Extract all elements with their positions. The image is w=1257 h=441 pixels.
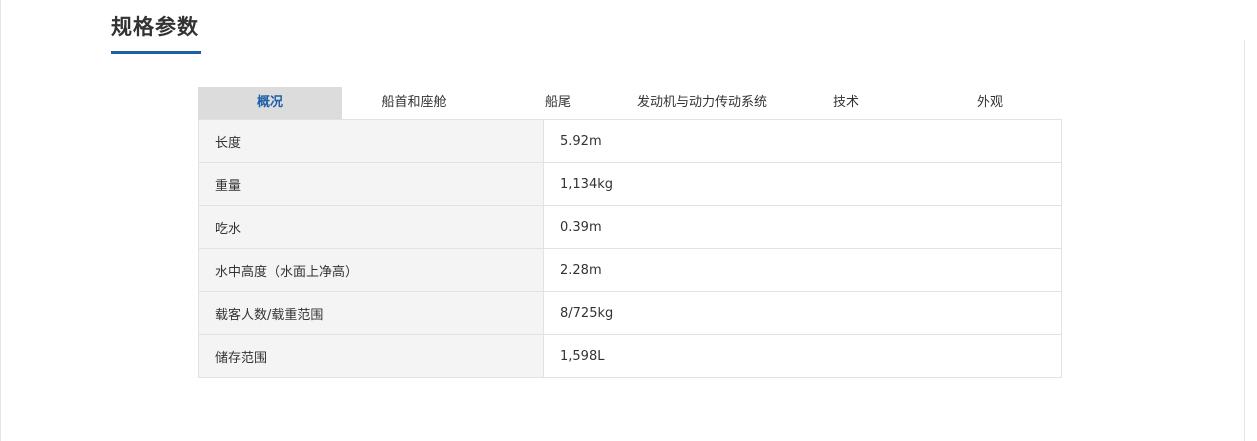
tab-engine-and-drivetrain[interactable]: 发动机与动力传动系统 bbox=[630, 87, 774, 119]
table-row: 吃水 0.39m bbox=[198, 205, 1062, 249]
section-title: 规格参数 bbox=[111, 15, 199, 39]
tab-stern[interactable]: 船尾 bbox=[486, 87, 630, 119]
page-right-divider bbox=[1244, 40, 1245, 441]
spec-value: 5.92m bbox=[543, 119, 1062, 163]
spec-value: 2.28m bbox=[543, 248, 1062, 292]
spec-key: 重量 bbox=[198, 162, 544, 206]
table-row: 重量 1,134kg bbox=[198, 162, 1062, 206]
tab-bow-and-cockpit[interactable]: 船首和座舱 bbox=[342, 87, 486, 119]
spec-value: 0.39m bbox=[543, 205, 1062, 249]
spec-key: 载客人数/载重范围 bbox=[198, 291, 544, 335]
spec-value: 8/725kg bbox=[543, 291, 1062, 335]
spec-key: 水中高度（水面上净高） bbox=[198, 248, 544, 292]
spec-value: 1,598L bbox=[543, 334, 1062, 378]
spec-tabs: 概况 船首和座舱 船尾 发动机与动力传动系统 技术 外观 bbox=[198, 87, 1062, 119]
page-left-divider bbox=[0, 0, 1, 441]
tab-exterior[interactable]: 外观 bbox=[918, 87, 1062, 119]
spec-key: 吃水 bbox=[198, 205, 544, 249]
spec-key: 储存范围 bbox=[198, 334, 544, 378]
table-row: 储存范围 1,598L bbox=[198, 334, 1062, 378]
spec-table: 长度 5.92m 重量 1,134kg 吃水 0.39m 水中高度（水面上净高）… bbox=[198, 119, 1062, 378]
title-underline bbox=[111, 51, 201, 54]
table-row: 长度 5.92m bbox=[198, 119, 1062, 163]
spec-key: 长度 bbox=[198, 119, 544, 163]
spec-value: 1,134kg bbox=[543, 162, 1062, 206]
table-row: 水中高度（水面上净高） 2.28m bbox=[198, 248, 1062, 292]
tab-overview[interactable]: 概况 bbox=[198, 87, 342, 119]
table-row: 载客人数/载重范围 8/725kg bbox=[198, 291, 1062, 335]
tab-technology[interactable]: 技术 bbox=[774, 87, 918, 119]
